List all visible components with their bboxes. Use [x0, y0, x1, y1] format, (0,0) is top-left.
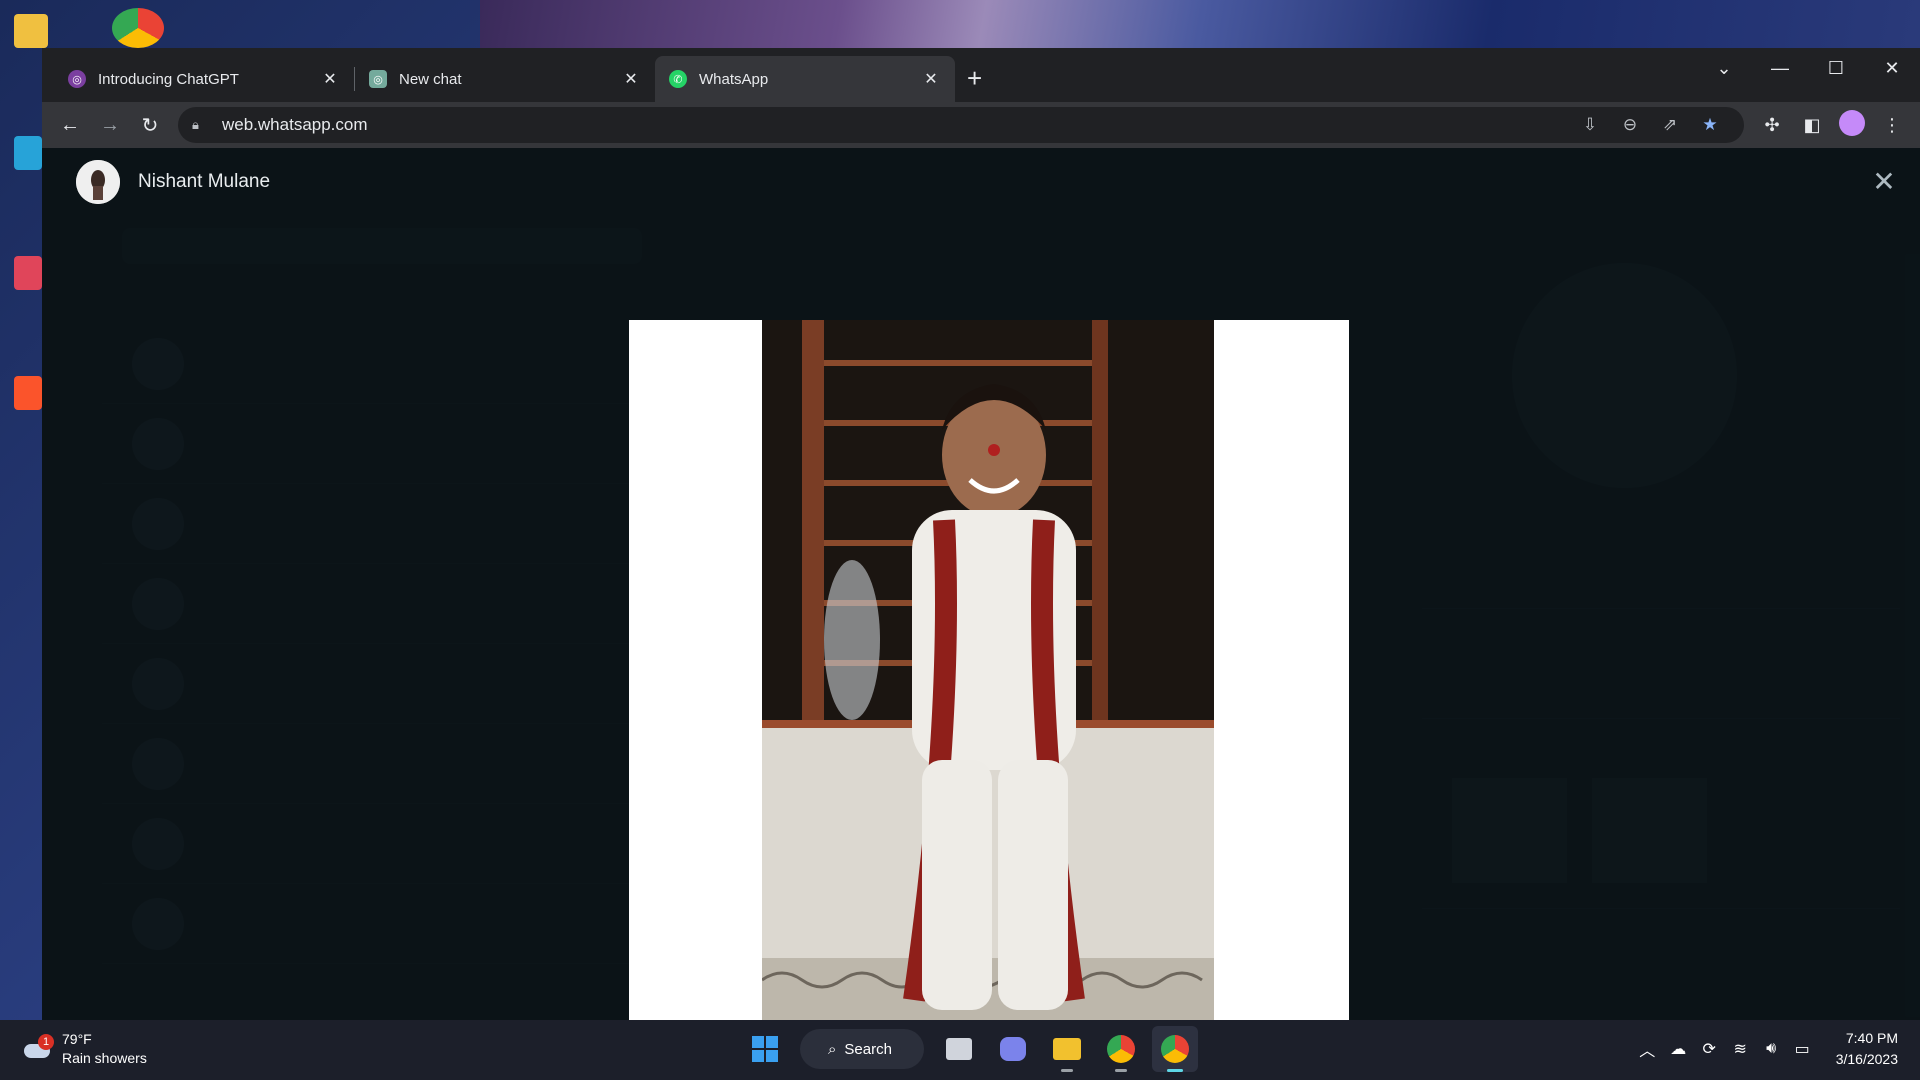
- tab-title: Introducing ChatGPT: [98, 70, 239, 88]
- media-viewer-header: Nishant Mulane ✕: [42, 148, 1920, 216]
- chrome-icon[interactable]: [112, 8, 164, 48]
- active-indicator: [1167, 1069, 1183, 1072]
- profile-avatar[interactable]: [1832, 109, 1872, 141]
- photo-content: [762, 320, 1214, 1020]
- tab-search-icon[interactable]: ⌄: [1696, 58, 1752, 79]
- running-indicator: [1115, 1069, 1127, 1072]
- search-label: Search: [844, 1040, 892, 1058]
- weather-temp: 79°F: [62, 1031, 92, 1047]
- browser-window: ◎ Introducing ChatGPT ✕ ◎ New chat ✕ ✆ W…: [42, 48, 1920, 1020]
- reload-icon[interactable]: ↻: [130, 113, 170, 138]
- folder-icon[interactable]: [14, 14, 48, 48]
- file-explorer-button[interactable]: [1044, 1026, 1090, 1072]
- new-tab-button[interactable]: +: [967, 63, 982, 94]
- this-pc-icon[interactable]: [14, 136, 42, 170]
- window-controls: ⌄ — ☐ ✕: [1696, 48, 1920, 88]
- taskbar-apps: ⌕ Search: [738, 1026, 1202, 1072]
- lock-icon[interactable]: 🔒︎: [192, 117, 210, 133]
- close-icon[interactable]: ✕: [1866, 164, 1902, 200]
- tab-title: WhatsApp: [699, 70, 769, 88]
- tab-title: New chat: [399, 70, 462, 88]
- url-text[interactable]: web.whatsapp.com: [222, 115, 1570, 135]
- close-window-icon[interactable]: ✕: [1864, 58, 1920, 79]
- bookmark-star-icon[interactable]: ★: [1690, 115, 1730, 135]
- close-icon[interactable]: ✕: [621, 69, 641, 89]
- weather-widget[interactable]: 1 79°F Rain showers: [22, 1030, 147, 1068]
- search-icon: ⌕: [828, 1040, 837, 1058]
- maximize-icon[interactable]: ☐: [1808, 58, 1864, 79]
- taskbar: 1 79°F Rain showers ⌕ Search ︿ ☁ ⟳ ≋ 🔊︎ …: [0, 1020, 1920, 1080]
- windows-icon: [752, 1036, 778, 1062]
- minimize-icon[interactable]: —: [1752, 58, 1808, 79]
- chrome-button[interactable]: [1098, 1026, 1144, 1072]
- brave-icon[interactable]: [14, 376, 42, 410]
- chatgpt-icon: ◎: [369, 70, 387, 88]
- media-image: [629, 320, 1349, 1020]
- task-view-button[interactable]: [936, 1026, 982, 1072]
- clock[interactable]: 7:40 PM 3/16/2023: [1836, 1028, 1898, 1070]
- close-icon[interactable]: ✕: [921, 69, 941, 89]
- folder-icon: [1053, 1038, 1081, 1060]
- chevron-up-icon[interactable]: ︿: [1632, 1037, 1663, 1061]
- contact-name: Nishant Mulane: [138, 171, 271, 192]
- chrome-icon: [1161, 1035, 1189, 1063]
- share-icon[interactable]: ⇗: [1650, 115, 1690, 135]
- teams-chat-icon: [1000, 1037, 1026, 1061]
- photo: [762, 320, 1214, 1020]
- extensions-icon[interactable]: ✣: [1752, 115, 1792, 136]
- tab-strip: ◎ Introducing ChatGPT ✕ ◎ New chat ✕ ✆ W…: [42, 48, 1920, 102]
- address-bar[interactable]: 🔒︎ web.whatsapp.com ⇩ ⊖ ⇗ ★: [178, 107, 1744, 143]
- menu-icon[interactable]: ⋮: [1872, 115, 1912, 136]
- start-button[interactable]: [742, 1026, 788, 1072]
- tab-new-chat[interactable]: ◎ New chat ✕: [355, 56, 655, 102]
- volume-icon[interactable]: 🔊︎: [1756, 1040, 1787, 1058]
- task-view-icon: [946, 1038, 972, 1060]
- zoom-icon[interactable]: ⊖: [1610, 115, 1650, 135]
- tab-introducing-chatgpt[interactable]: ◎ Introducing ChatGPT ✕: [54, 56, 354, 102]
- avatar-image: [76, 160, 120, 204]
- avatar[interactable]: [76, 160, 120, 204]
- forward-icon[interactable]: →: [90, 114, 130, 137]
- whatsapp-icon: ✆: [669, 70, 687, 88]
- rain-cloud-icon: 1: [22, 1034, 54, 1064]
- chrome-profile-button[interactable]: [1152, 1026, 1198, 1072]
- taskbar-search-button[interactable]: ⌕ Search: [800, 1029, 924, 1069]
- back-icon[interactable]: ←: [50, 114, 90, 137]
- wifi-icon[interactable]: ≋: [1725, 1039, 1756, 1059]
- system-tray: ︿ ☁ ⟳ ≋ 🔊︎ ▭ 7:40 PM 3/16/2023: [1632, 1028, 1898, 1070]
- running-indicator: [1061, 1069, 1073, 1072]
- wallpaper: [480, 0, 1920, 48]
- sync-icon[interactable]: ⟳: [1694, 1039, 1725, 1059]
- whatsapp-page: Nishant Mulane ✕: [42, 148, 1920, 1020]
- time: 7:40 PM: [1845, 1030, 1898, 1046]
- side-panel-icon[interactable]: ◧: [1792, 115, 1832, 136]
- teams-chat-button[interactable]: [990, 1026, 1036, 1072]
- notification-badge: 1: [38, 1034, 54, 1050]
- toolbar: ← → ↻ 🔒︎ web.whatsapp.com ⇩ ⊖ ⇗ ★ ✣ ◧ ⋮: [42, 102, 1920, 148]
- install-app-icon[interactable]: ⇩: [1570, 115, 1610, 135]
- onedrive-cloud-icon[interactable]: ☁: [1663, 1039, 1694, 1059]
- netbeans-icon[interactable]: [14, 256, 42, 290]
- date: 3/16/2023: [1835, 1051, 1898, 1067]
- chatgpt-icon: ◎: [68, 70, 86, 88]
- battery-icon[interactable]: ▭: [1787, 1039, 1818, 1059]
- chrome-icon: [1107, 1035, 1135, 1063]
- close-icon[interactable]: ✕: [320, 69, 340, 89]
- weather-condition: Rain showers: [62, 1050, 147, 1066]
- tab-whatsapp[interactable]: ✆ WhatsApp ✕: [655, 56, 955, 102]
